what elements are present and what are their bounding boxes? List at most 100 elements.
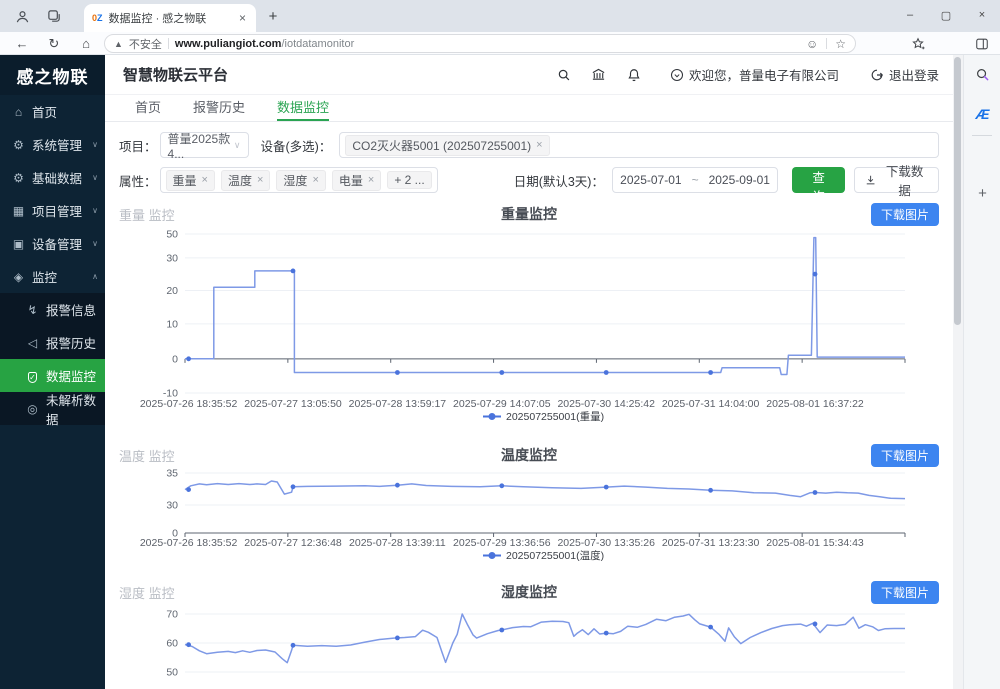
svg-text:2025-07-31 14:04:00: 2025-07-31 14:04:00 [662, 398, 760, 410]
browser-navbar: ← ↻ ⌂ ▲ 不安全 www.puliangiot.com/iotdatamo… [0, 32, 1000, 55]
svg-text:0: 0 [172, 353, 178, 365]
project-label: 项目： [119, 136, 157, 155]
filter-panel: 项目： 普量2025款4... ∨ 设备(多选)： CO2灭火器5001 (20… [105, 122, 953, 193]
gear-icon: ⚙ [12, 171, 25, 185]
main-content: 智慧物联云平台 欢迎您，普量电子有限公司 退出登录 首页 报警历史 数据监控 [105, 55, 953, 689]
attr-tag: 重量× [166, 170, 215, 191]
svg-text:2025-07-26 18:35:52: 2025-07-26 18:35:52 [140, 398, 238, 410]
page-scrollbar[interactable] [952, 55, 963, 689]
remove-tag-icon[interactable]: × [257, 174, 263, 186]
humidity-chart: 706050 [113, 604, 953, 689]
remove-tag-icon[interactable]: × [312, 174, 318, 186]
device-label: 设备(多选)： [261, 136, 332, 155]
remove-tag-icon[interactable]: × [536, 139, 542, 151]
circle-data-icon: ◎ [26, 402, 39, 416]
home-icon: ⌂ [12, 105, 25, 119]
back-icon[interactable]: ← [12, 34, 32, 53]
tab-close-icon[interactable]: × [237, 11, 248, 25]
sidebar-search-icon[interactable] [972, 64, 993, 85]
window-controls: – ▢ × [892, 0, 1000, 30]
sidebar-item-device[interactable]: ▣ 设备管理 ∨ [0, 227, 105, 260]
logout-button[interactable]: 退出登录 [870, 65, 939, 84]
sidebar-item-project[interactable]: ▦ 项目管理 ∨ [0, 194, 105, 227]
sidebar-item-monitor[interactable]: ◈ 监控 ∧ [0, 260, 105, 293]
date-to[interactable]: 2025-09-01 [709, 173, 770, 187]
humidity-side-label: 湿度 监控 [119, 583, 175, 602]
maximize-button[interactable]: ▢ [928, 0, 964, 30]
collections-icon[interactable] [908, 34, 928, 53]
content-tabs: 首页 报警历史 数据监控 [105, 95, 953, 122]
address-bar[interactable]: ▲ 不安全 www.puliangiot.com/iotdatamonitor … [104, 34, 856, 53]
shield-check-icon: ✓ [26, 369, 39, 383]
screenshot-stage: { "icons": { "back": "←", "refresh": "↻"… [0, 0, 1000, 689]
project-select[interactable]: 普量2025款4... ∨ [160, 132, 249, 158]
device-icon: ▣ [12, 237, 25, 251]
home-icon[interactable]: ⌂ [76, 34, 96, 53]
humidity-chart-title: 湿度监控 [105, 582, 953, 602]
url-text[interactable]: www.puliangiot.com/iotdatamonitor [175, 38, 354, 50]
svg-text:2025-07-29 14:07:05: 2025-07-29 14:07:05 [453, 398, 551, 410]
chevron-down-icon: ∨ [92, 206, 98, 215]
tab-alarm-history[interactable]: 报警历史 [193, 95, 245, 121]
attr-more-tag[interactable]: + 2 ... [387, 171, 431, 189]
chevron-up-icon: ∧ [92, 272, 98, 281]
attr-tag: 电量× [332, 170, 381, 191]
gear-icon: ⚙ [12, 138, 25, 152]
workspaces-icon[interactable] [44, 6, 64, 26]
browser-tab[interactable]: 0Z 数据监控 · 感之物联 × [84, 4, 256, 32]
browser-tab-strip: 0Z 数据监控 · 感之物联 × + – ▢ × [0, 0, 1000, 32]
download-image-button[interactable]: 下载图片 [871, 444, 939, 467]
edge-app-icon[interactable]: Æ [972, 103, 993, 124]
remove-tag-icon[interactable]: × [202, 174, 208, 186]
sidebar-item-data-monitor[interactable]: ✓ 数据监控 [0, 359, 105, 392]
temperature-side-label: 温度 监控 [119, 446, 175, 465]
monitor-submenu: ↯ 报警信息 ◁ 报警历史 ✓ 数据监控 ◎ 未解析数据 [0, 293, 105, 425]
sidebar-item-unparsed-data[interactable]: ◎ 未解析数据 [0, 392, 105, 425]
download-data-button[interactable]: 下载数据 [854, 167, 939, 193]
device-multiselect[interactable]: CO2灭火器5001 (202507255001) × [339, 132, 939, 158]
account-menu[interactable]: 欢迎您，普量电子有限公司 [670, 65, 839, 84]
tab-home[interactable]: 首页 [135, 95, 161, 121]
bell-icon[interactable] [625, 66, 643, 84]
page-title: 智慧物联云平台 [123, 64, 228, 85]
svg-text:30: 30 [166, 499, 178, 511]
temperature-chart: 353002025-07-26 18:35:522025-07-27 12:36… [113, 467, 953, 565]
svg-text:2025-07-28 13:59:17: 2025-07-28 13:59:17 [349, 398, 447, 410]
sidebar-item-system[interactable]: ⚙ 系统管理 ∨ [0, 128, 105, 161]
security-label[interactable]: 不安全 [129, 36, 162, 52]
svg-text:2025-07-29 13:36:56: 2025-07-29 13:36:56 [453, 537, 551, 549]
svg-text:2025-07-31 13:23:30: 2025-07-31 13:23:30 [662, 537, 760, 549]
tab-title: 数据监控 · 感之物联 [109, 10, 231, 26]
attribute-multiselect[interactable]: 重量× 温度× 湿度× 电量× + 2 ... [160, 167, 438, 193]
sidebar-item-home[interactable]: ⌂ 首页 [0, 95, 105, 128]
temperature-chart-header: 温度 监控 温度监控 下载图片 [105, 443, 953, 467]
new-tab-button[interactable]: + [264, 7, 282, 25]
download-image-button[interactable]: 下载图片 [871, 203, 939, 226]
sidebar-item-alarm-info[interactable]: ↯ 报警信息 [0, 293, 105, 326]
split-window-icon[interactable] [972, 34, 992, 53]
svg-text:2025-08-01 16:37:22: 2025-08-01 16:37:22 [766, 398, 864, 410]
download-image-button[interactable]: 下载图片 [871, 581, 939, 604]
organization-icon[interactable] [590, 66, 608, 84]
tab-data-monitor[interactable]: 数据监控 [277, 95, 329, 121]
logout-icon [870, 68, 884, 82]
close-button[interactable]: × [964, 0, 1000, 30]
search-icon[interactable] [555, 66, 573, 84]
scrollbar-thumb[interactable] [954, 57, 961, 325]
search-button[interactable]: 查 询 [792, 167, 845, 193]
minimize-button[interactable]: – [892, 0, 928, 30]
divider [972, 135, 992, 136]
sidebar-item-alarm-history[interactable]: ◁ 报警历史 [0, 326, 105, 359]
favorite-star-icon[interactable]: ☆ [835, 37, 846, 51]
refresh-icon[interactable]: ↻ [44, 34, 64, 53]
tilde-separator: ~ [692, 173, 699, 187]
feedback-smiley-icon[interactable]: ☺ [806, 37, 818, 51]
date-from[interactable]: 2025-07-01 [620, 173, 681, 187]
remove-tag-icon[interactable]: × [368, 174, 374, 186]
profile-icon[interactable] [12, 6, 32, 26]
attr-tag: 湿度× [276, 170, 325, 191]
date-range-picker[interactable]: 2025-07-01 ~ 2025-09-01 [612, 167, 778, 193]
sidebar-item-basedata[interactable]: ⚙ 基础数据 ∨ [0, 161, 105, 194]
warning-icon: ▲ [114, 39, 123, 49]
sidebar-add-icon[interactable]: + [972, 183, 993, 204]
